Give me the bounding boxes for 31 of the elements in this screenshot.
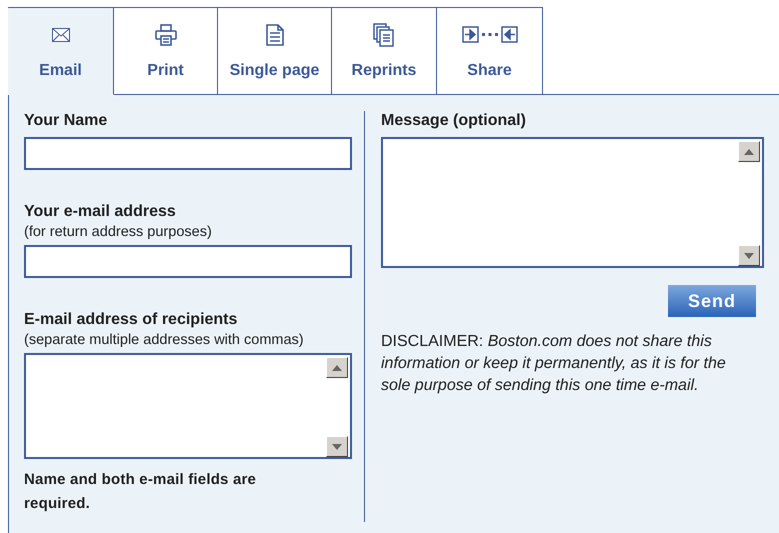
required-note: Name and both e-mail fields are required.: [24, 470, 258, 514]
scroll-down-button[interactable]: [738, 245, 760, 266]
input-field[interactable]: [24, 137, 352, 170]
down-triangle-icon: [332, 444, 342, 450]
arrows-icon: [462, 26, 518, 44]
field-label: Your e-mail address: [24, 202, 177, 222]
input-field[interactable]: [24, 245, 352, 278]
document-icon: [266, 24, 284, 46]
scroll-up-button[interactable]: [326, 357, 348, 378]
scroll-up-button[interactable]: [738, 141, 760, 162]
disclaimer-text: DISCLAIMER: Boston.com does not share this information or keep it permanently, as it is for the sole purpose of sending this one time e-mail.: [381, 332, 727, 396]
text-area[interactable]: [381, 137, 764, 268]
field-label: E-mail address of recipients: [24, 310, 238, 330]
printer-icon: [154, 24, 176, 46]
text-area[interactable]: [24, 353, 352, 459]
field-hint: (for return address purposes): [24, 224, 213, 241]
field-hint: (separate multiple addresses with commas): [24, 332, 305, 349]
send-button[interactable]: Send: [668, 285, 756, 317]
tab[interactable]: Single page: [218, 7, 332, 95]
envelope-icon: [52, 28, 70, 42]
tab[interactable]: Reprints: [332, 7, 437, 95]
up-triangle-icon: [744, 148, 754, 154]
field-label: Message (optional): [381, 111, 527, 131]
tab[interactable]: Email: [8, 7, 114, 95]
field-label: Your Name: [24, 111, 108, 131]
down-triangle-icon: [744, 252, 754, 258]
tab[interactable]: Print: [114, 7, 218, 95]
documents-icon: [373, 23, 395, 47]
scroll-down-button[interactable]: [326, 436, 348, 457]
up-triangle-icon: [332, 364, 342, 370]
tab[interactable]: Share: [437, 7, 543, 95]
